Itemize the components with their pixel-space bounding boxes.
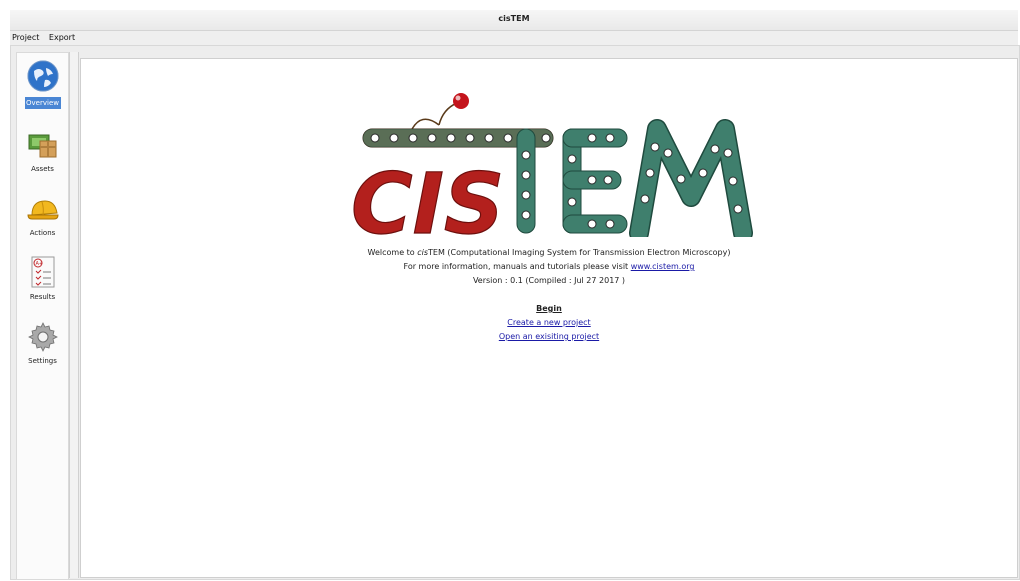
hardhat-icon [26, 191, 60, 225]
welcome-suffix: (Computational Imaging System for Transm… [444, 248, 731, 257]
cistem-logo: CIS [350, 87, 771, 254]
sidebar-item-results[interactable]: A+ Results [17, 255, 68, 301]
globe-icon [26, 59, 60, 93]
sidebar-item-label: Settings [28, 357, 57, 365]
menu-bar: Project Export [10, 31, 1018, 45]
create-new-project-link[interactable]: Create a new project [507, 318, 590, 327]
sidebar-item-overview[interactable]: Overview [17, 59, 68, 109]
sidebar-item-label: Actions [29, 229, 56, 237]
window-title: cisTEM [498, 14, 530, 23]
sidebar-item-assets[interactable]: Assets [17, 127, 68, 173]
sidebar-item-settings[interactable]: Settings [17, 319, 68, 365]
version-line: Version : 0.1 (Compiled : Jul 27 2017 ) [81, 276, 1017, 285]
overview-panel: CIS Welcome to cisTEM (Computational Ima… [80, 58, 1018, 578]
welcome-app-rest: TEM [428, 248, 445, 257]
svg-text:A+: A+ [35, 261, 43, 267]
boxes-icon [26, 127, 60, 161]
welcome-line: Welcome to cisTEM (Computational Imaging… [81, 248, 1017, 257]
info-line: For more information, manuals and tutori… [81, 262, 1017, 271]
sidebar-item-label: Overview [24, 97, 61, 109]
logo-cis-text: CIS [351, 155, 504, 237]
welcome-prefix: Welcome to [367, 248, 418, 257]
menu-project[interactable]: Project [12, 33, 39, 42]
version-text: Version : 0.1 (Compiled : Jul 27 2017 ) [472, 276, 626, 285]
create-project-row: Create a new project [81, 318, 1017, 327]
begin-heading: Begin [81, 304, 1017, 313]
open-project-row: Open an exisiting project [81, 332, 1017, 341]
info-prefix: For more information, manuals and tutori… [403, 262, 631, 271]
gear-icon [26, 319, 60, 353]
sidebar-item-label: Assets [31, 165, 54, 173]
main-window: Overview Assets Actions A+ Results Setti… [10, 45, 1020, 580]
checklist-icon: A+ [26, 255, 60, 289]
window-title-bar: cisTEM [10, 10, 1018, 31]
sidebar-splitter[interactable] [69, 52, 79, 578]
sidebar: Overview Assets Actions A+ Results Setti… [16, 52, 69, 580]
open-existing-project-link[interactable]: Open an exisiting project [499, 332, 599, 341]
welcome-app-italic: cis [417, 248, 429, 257]
sidebar-item-label: Results [29, 293, 56, 301]
menu-export[interactable]: Export [49, 33, 75, 42]
website-link[interactable]: www.cistem.org [631, 262, 695, 271]
sidebar-item-actions[interactable]: Actions [17, 191, 68, 237]
begin-label: Begin [536, 304, 562, 313]
